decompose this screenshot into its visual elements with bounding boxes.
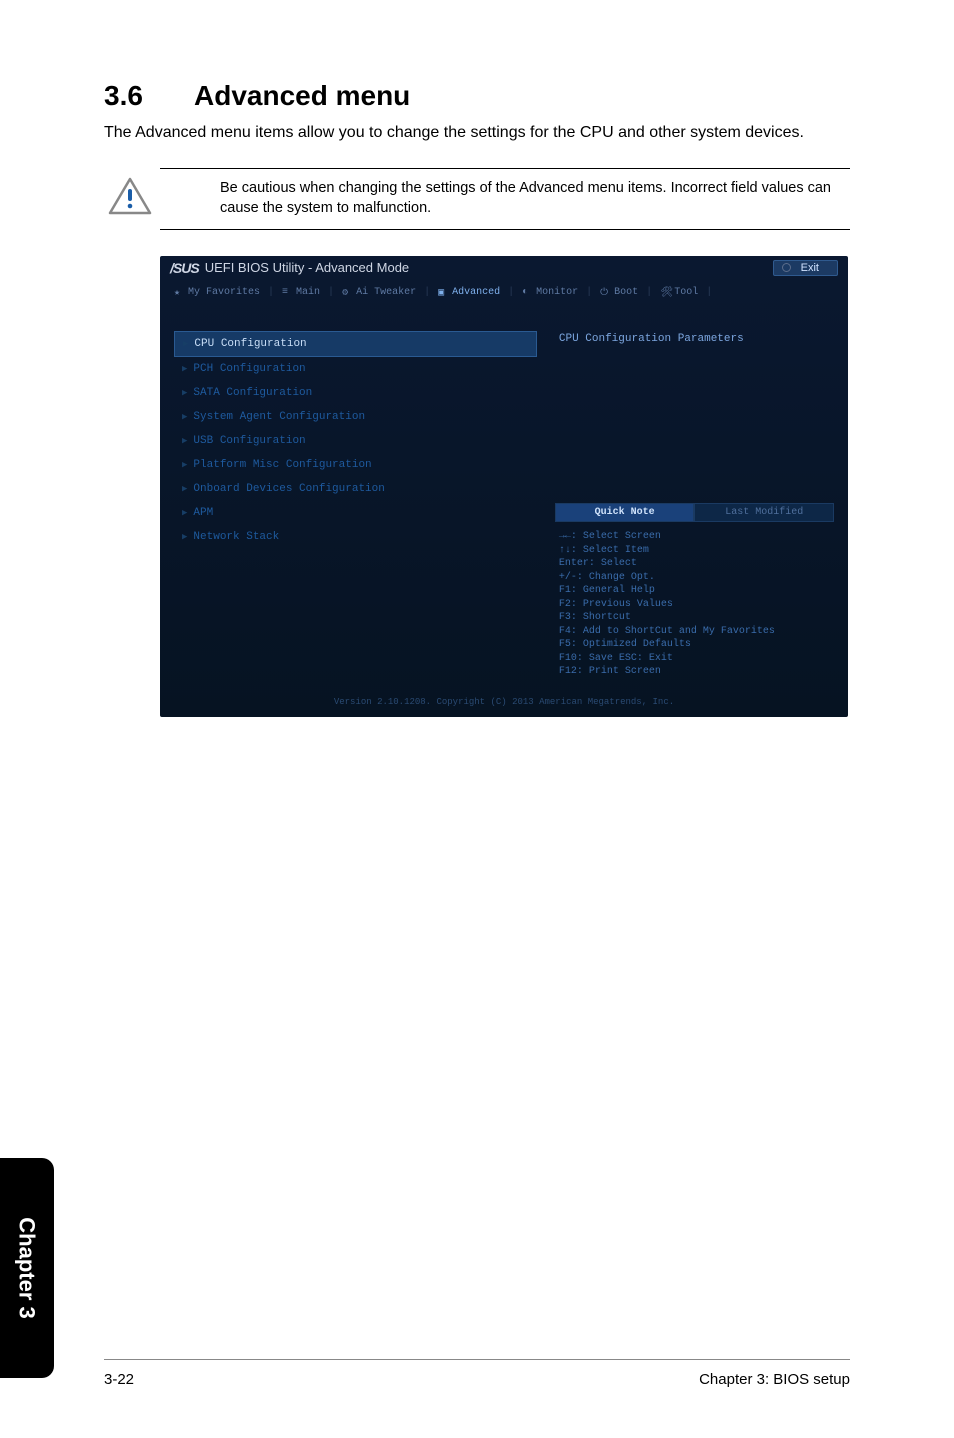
footer-divider	[104, 1359, 850, 1360]
keyhelp-line: F1: General Help	[559, 584, 830, 598]
bios-window: /SUS UEFI BIOS Utility - Advanced Mode E…	[160, 256, 848, 717]
menu-usb-configuration[interactable]: ▶ USB Configuration	[174, 429, 537, 453]
menu-system-agent-configuration[interactable]: ▶ System Agent Configuration	[174, 405, 537, 429]
chevron-right-icon: ▶	[183, 339, 188, 349]
monitor-icon: ◐	[522, 287, 532, 297]
help-tab-quick-note[interactable]: Quick Note	[555, 503, 695, 522]
keyhelp-line: ↑↓: Select Item	[559, 544, 830, 558]
chevron-right-icon: ▶	[182, 364, 187, 374]
star-icon: ★	[174, 287, 184, 297]
menu-sata-configuration[interactable]: ▶ SATA Configuration	[174, 381, 537, 405]
bios-title: UEFI BIOS Utility - Advanced Mode	[205, 260, 409, 275]
chevron-right-icon: ▶	[182, 412, 187, 422]
page-footer: 3-22 Chapter 3: BIOS setup	[104, 1371, 850, 1388]
chevron-right-icon: ▶	[182, 508, 187, 518]
bios-help-column: CPU Configuration Parameters Quick Note …	[555, 331, 834, 681]
chevron-right-icon: ▶	[182, 532, 187, 542]
help-description: CPU Configuration Parameters	[555, 331, 834, 504]
key-help-panel: →←: Select Screen ↑↓: Select Item Enter:…	[555, 528, 834, 681]
warning-block: Be cautious when changing the settings o…	[160, 168, 850, 229]
tab-my-favorites[interactable]: ★ My Favorites	[168, 284, 266, 301]
menu-label: APM	[193, 507, 213, 519]
power-icon	[782, 263, 791, 272]
menu-label: PCH Configuration	[193, 363, 305, 375]
chevron-right-icon: ▶	[182, 388, 187, 398]
tab-label: Advanced	[452, 287, 500, 298]
keyhelp-line: +/-: Change Opt.	[559, 571, 830, 585]
menu-label: Onboard Devices Configuration	[193, 483, 384, 495]
tab-label: Boot	[614, 287, 638, 298]
help-tabs: Quick Note Last Modified	[555, 503, 834, 522]
wrench-icon: ⚙	[342, 287, 352, 297]
tab-label: My Favorites	[188, 287, 260, 298]
keyhelp-line: →←: Select Screen	[559, 530, 830, 544]
menu-apm[interactable]: ▶ APM	[174, 501, 537, 525]
chevron-right-icon: ▶	[182, 484, 187, 494]
advanced-icon: ▣	[438, 287, 448, 297]
bios-titlebar: /SUS UEFI BIOS Utility - Advanced Mode E…	[160, 256, 848, 280]
tab-main[interactable]: ≡ Main	[276, 284, 326, 301]
chevron-right-icon: ▶	[182, 436, 187, 446]
list-icon: ≡	[282, 287, 292, 297]
menu-label: Network Stack	[193, 531, 279, 543]
boot-icon: ⏻	[600, 287, 610, 297]
bios-tab-bar: ★My Favorites| ≡Main| ⚙Ai Tweaker| ▣Adva…	[160, 280, 848, 301]
menu-onboard-devices-configuration[interactable]: ▶ Onboard Devices Configuration	[174, 477, 537, 501]
tab-label: Tool	[674, 287, 698, 298]
menu-label: System Agent Configuration	[193, 411, 365, 423]
exit-button[interactable]: Exit	[773, 260, 838, 276]
exit-label: Exit	[801, 262, 819, 274]
menu-label: Platform Misc Configuration	[193, 459, 371, 471]
bios-menu-column: ▶ CPU Configuration ▶ PCH Configuration ▶ S…	[174, 331, 537, 681]
tool-icon: 🛠	[660, 287, 670, 297]
tab-advanced[interactable]: ▣ Advanced	[432, 284, 506, 301]
menu-network-stack[interactable]: ▶ Network Stack	[174, 525, 537, 549]
section-heading: 3.6Advanced menu	[104, 80, 850, 112]
chapter-side-tab-label: Chapter 3	[14, 1217, 40, 1318]
help-tab-last-modified[interactable]: Last Modified	[694, 503, 834, 522]
chapter-title-footer: Chapter 3: BIOS setup	[699, 1371, 850, 1388]
keyhelp-line: F2: Previous Values	[559, 598, 830, 612]
keyhelp-line: Enter: Select	[559, 557, 830, 571]
keyhelp-line: F3: Shortcut	[559, 611, 830, 625]
menu-pch-configuration[interactable]: ▶ PCH Configuration	[174, 357, 537, 381]
tab-ai-tweaker[interactable]: ⚙ Ai Tweaker	[336, 284, 422, 301]
warning-text: Be cautious when changing the settings o…	[220, 179, 850, 218]
bios-footer-version: Version 2.10.1208. Copyright (C) 2013 Am…	[160, 691, 848, 717]
chapter-side-tab: Chapter 3	[0, 1158, 54, 1378]
section-number: 3.6	[104, 80, 194, 112]
menu-platform-misc-configuration[interactable]: ▶ Platform Misc Configuration	[174, 453, 537, 477]
page-number: 3-22	[104, 1371, 134, 1388]
menu-label: USB Configuration	[193, 435, 305, 447]
warning-icon	[108, 177, 152, 220]
section-title: Advanced menu	[194, 80, 410, 111]
tab-monitor[interactable]: ◐ Monitor	[516, 284, 584, 301]
menu-cpu-configuration[interactable]: ▶ CPU Configuration	[174, 331, 537, 357]
tab-label: Ai Tweaker	[356, 287, 416, 298]
asus-logo: /SUS	[170, 260, 199, 276]
keyhelp-line: F12: Print Screen	[559, 665, 830, 679]
menu-label: SATA Configuration	[193, 387, 312, 399]
keyhelp-line: F4: Add to ShortCut and My Favorites	[559, 625, 830, 639]
chevron-right-icon: ▶	[182, 460, 187, 470]
tab-tool[interactable]: 🛠 Tool	[654, 284, 704, 301]
tab-boot[interactable]: ⏻ Boot	[594, 284, 644, 301]
menu-label: CPU Configuration	[194, 338, 306, 350]
keyhelp-line: F5: Optimized Defaults	[559, 638, 830, 652]
tab-label: Monitor	[536, 287, 578, 298]
tab-label: Main	[296, 287, 320, 298]
keyhelp-line: F10: Save ESC: Exit	[559, 652, 830, 666]
section-intro: The Advanced menu items allow you to cha…	[104, 122, 850, 144]
